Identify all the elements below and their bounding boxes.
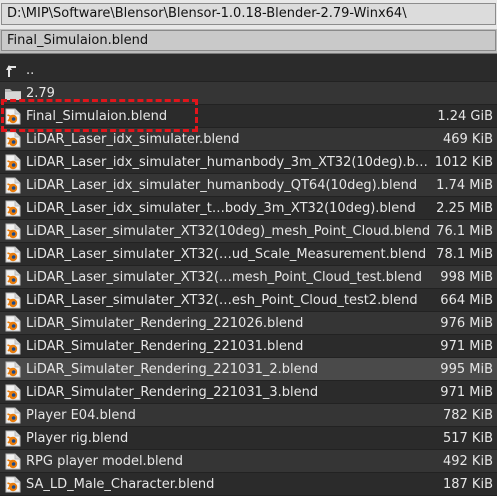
blend-file-icon	[4, 453, 22, 470]
file-size: 664 MiB	[440, 293, 493, 308]
blend-file-icon	[4, 407, 22, 424]
file-size: 995 MiB	[440, 362, 493, 377]
blend-file-icon	[4, 338, 22, 355]
parent-directory-row[interactable]: ..	[0, 59, 497, 82]
blend-file-icon	[4, 476, 22, 493]
path-bar: D:\MIP\Software\Blensor\Blensor-1.0.18-B…	[0, 0, 497, 30]
blend-file-icon	[4, 200, 22, 217]
blend-file-icon	[4, 177, 22, 194]
file-name: LiDAR_Laser_idx_simulater_humanbody_3m_X…	[26, 155, 428, 170]
blend-file-icon	[4, 108, 22, 125]
file-size: 1012 KiB	[434, 155, 493, 170]
file-row[interactable]: LiDAR_Simulater_Rendering_221031.blend 9…	[0, 335, 497, 358]
file-row[interactable]: LiDAR_Laser_idx_simulater_t…body_3m_XT32…	[0, 197, 497, 220]
file-size: 78.1 MiB	[436, 247, 493, 262]
blend-file-icon	[4, 292, 22, 309]
file-row[interactable]: RPG player model.blend 492 KiB	[0, 450, 497, 473]
filename-bar: Final_Simulaion.blend	[0, 29, 497, 54]
blend-file-icon	[4, 384, 22, 401]
file-row[interactable]: Final_Simulaion.blend 1.24 GiB	[0, 105, 497, 128]
file-name: RPG player model.blend	[26, 454, 184, 469]
blend-file-icon	[4, 223, 22, 240]
file-size: 517 KiB	[442, 431, 493, 446]
file-name: LiDAR_Simulater_Rendering_221031.blend	[26, 339, 304, 354]
blend-file-icon	[4, 315, 22, 332]
file-size: 1.74 MiB	[436, 178, 493, 193]
file-size: 187 KiB	[442, 477, 493, 492]
parent-directory-label: ..	[26, 63, 35, 78]
blend-file-icon	[4, 361, 22, 378]
blend-file-icon	[4, 269, 22, 286]
file-name: Player rig.blend	[26, 431, 129, 446]
file-name: LiDAR_Simulater_Rendering_221031_3.blend	[26, 385, 319, 400]
file-size: 76.1 MiB	[436, 224, 493, 239]
file-row[interactable]: LiDAR_Laser_idx_simulater_humanbody_QT64…	[0, 174, 497, 197]
file-row[interactable]: LiDAR_Simulater_Rendering_221026.blend 9…	[0, 312, 497, 335]
blend-file-icon	[4, 131, 22, 148]
file-row[interactable]: LiDAR_Laser_simulater_XT32(…ud_Scale_Mea…	[0, 243, 497, 266]
file-row[interactable]: LiDAR_Laser_simulater_XT32(…mesh_Point_C…	[0, 266, 497, 289]
file-row[interactable]: LiDAR_Laser_idx_simulater_humanbody_3m_X…	[0, 151, 497, 174]
file-row-hovered[interactable]: LiDAR_Simulater_Rendering_221031_2.blend…	[0, 358, 497, 381]
file-name: LiDAR_Laser_simulater_XT32(…esh_Point_Cl…	[26, 293, 418, 308]
file-row[interactable]: LiDAR_Laser_idx_simulater.blend 469 KiB	[0, 128, 497, 151]
folder-row[interactable]: 2.79	[0, 82, 497, 105]
file-name: LiDAR_Laser_idx_simulater.blend	[26, 132, 240, 147]
blend-file-icon	[4, 246, 22, 263]
parent-directory-icon	[4, 62, 22, 79]
file-name: SA_LD_Male_Character.blend	[26, 477, 215, 492]
file-name: LiDAR_Laser_simulater_XT32(…mesh_Point_C…	[26, 270, 422, 285]
file-size: 998 MiB	[440, 270, 493, 285]
file-name: LiDAR_Laser_simulater_XT32(…ud_Scale_Mea…	[26, 247, 427, 262]
file-size: 971 MiB	[440, 385, 493, 400]
file-name: LiDAR_Laser_idx_simulater_t…body_3m_XT32…	[26, 201, 416, 216]
file-size: 469 KiB	[442, 132, 493, 147]
folder-icon	[4, 85, 22, 102]
file-name: LiDAR_Laser_simulater_XT32(10deg)_mesh_P…	[26, 224, 431, 239]
blend-file-icon	[4, 430, 22, 447]
file-size: 976 MiB	[440, 316, 493, 331]
file-size: 971 MiB	[440, 339, 493, 354]
directory-path-field[interactable]: D:\MIP\Software\Blensor\Blensor-1.0.18-B…	[1, 3, 496, 25]
file-size: 492 KiB	[442, 454, 493, 469]
file-size: 2.25 MiB	[436, 201, 493, 216]
file-list: .. 2.79 Final_Simulaion.blend 1.24 GiB L…	[0, 59, 497, 496]
file-name: Final_Simulaion.blend	[26, 109, 168, 124]
file-row[interactable]: Player E04.blend 782 KiB	[0, 404, 497, 427]
blend-file-icon	[4, 154, 22, 171]
folder-label: 2.79	[26, 86, 55, 101]
file-row[interactable]: LiDAR_Laser_simulater_XT32(10deg)_mesh_P…	[0, 220, 497, 243]
file-name: LiDAR_Simulater_Rendering_221031_2.blend	[26, 362, 319, 377]
file-row[interactable]: Player rig.blend 517 KiB	[0, 427, 497, 450]
file-size: 782 KiB	[442, 408, 493, 423]
file-name: Player E04.blend	[26, 408, 136, 423]
file-size: 1.24 GiB	[437, 109, 493, 124]
file-name: LiDAR_Simulater_Rendering_221026.blend	[26, 316, 304, 331]
filename-field[interactable]: Final_Simulaion.blend	[1, 30, 496, 51]
file-row[interactable]: LiDAR_Laser_simulater_XT32(…esh_Point_Cl…	[0, 289, 497, 312]
file-name: LiDAR_Laser_idx_simulater_humanbody_QT64…	[26, 178, 418, 193]
file-row[interactable]: SA_LD_Male_Character.blend 187 KiB	[0, 473, 497, 496]
file-row[interactable]: LiDAR_Simulater_Rendering_221031_3.blend…	[0, 381, 497, 404]
